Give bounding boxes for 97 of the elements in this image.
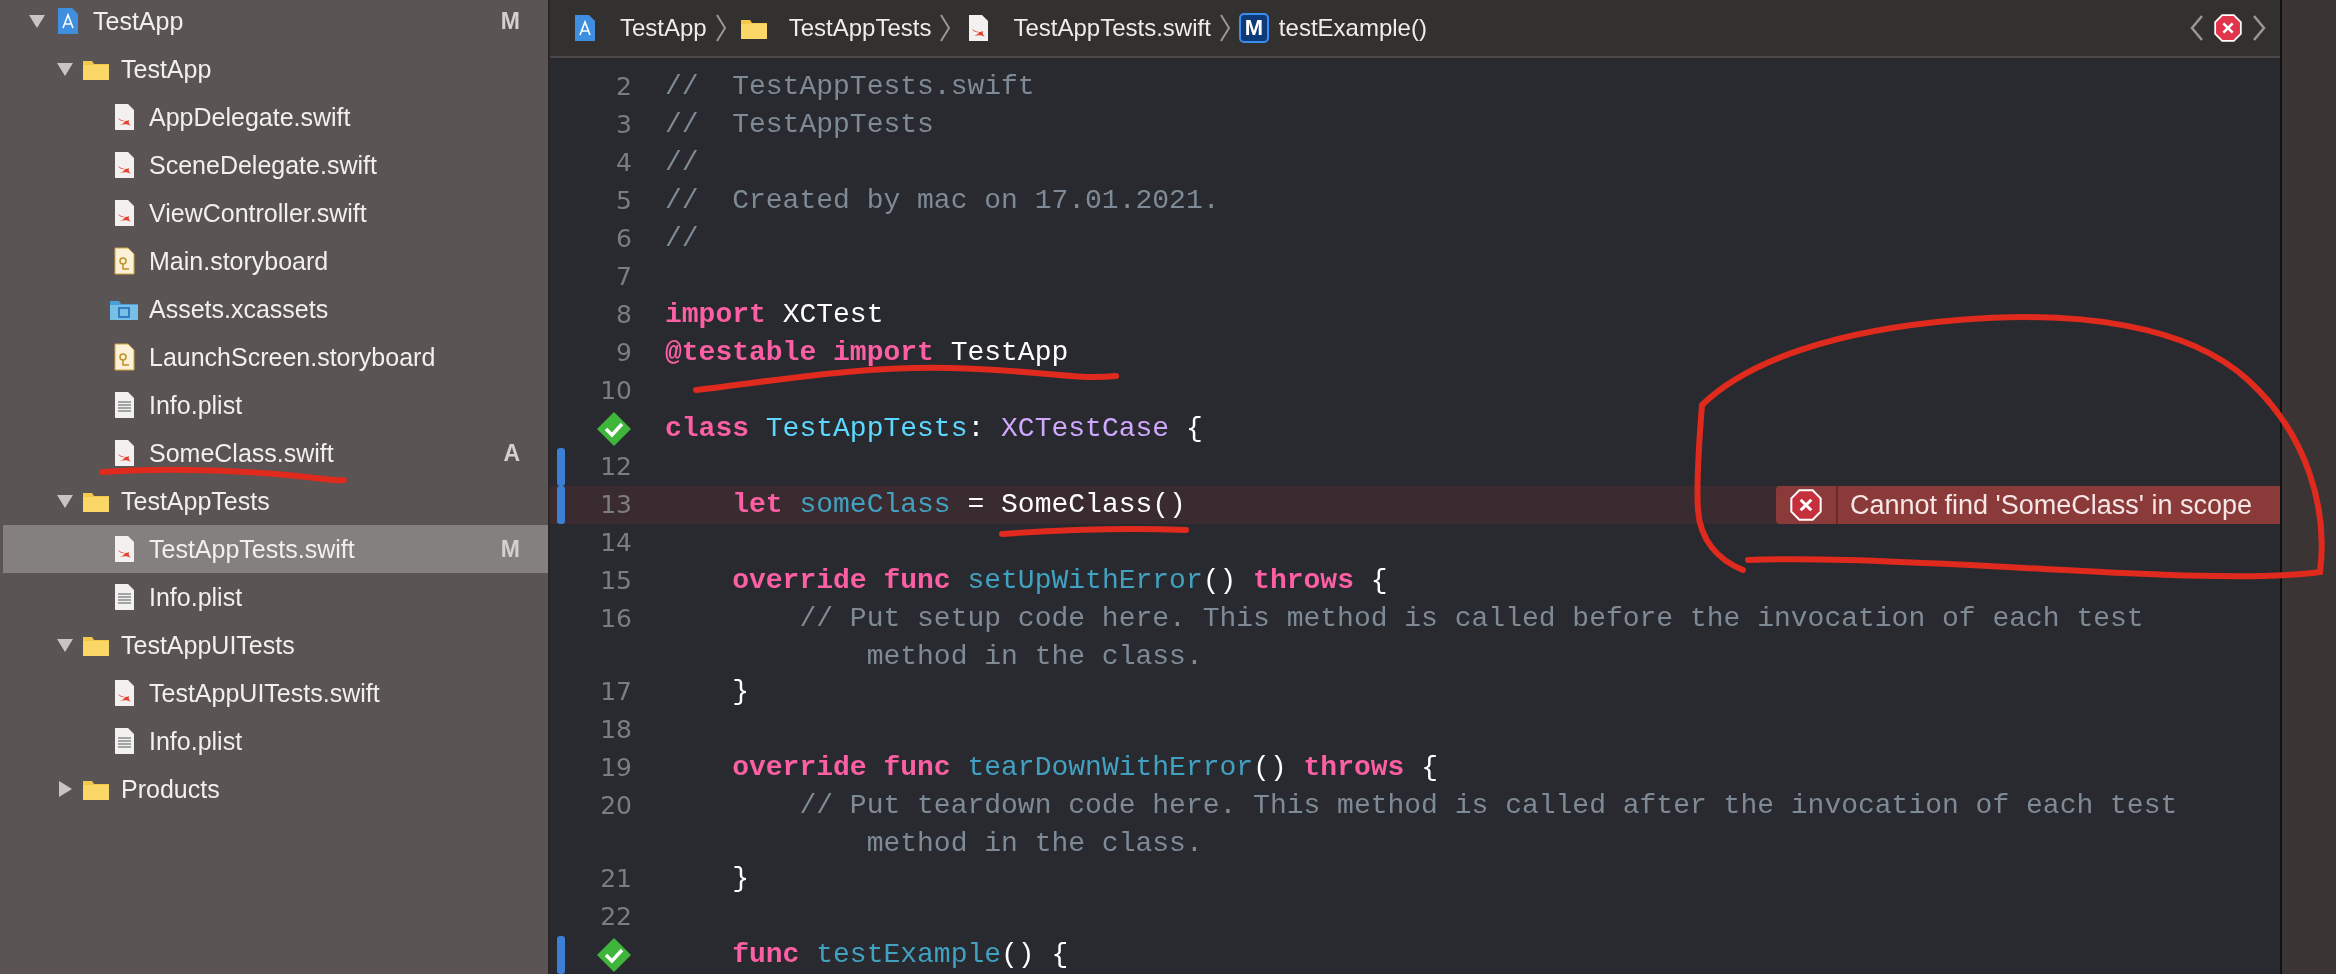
breadcrumb-label: testExample() (1278, 14, 1427, 42)
line-number: 9 (616, 337, 632, 369)
code-line: override func tearDownWithError() throws { (731, 751, 1438, 785)
line-number: 12 (600, 451, 632, 483)
breadcrumb-label: TestAppTests (788, 14, 932, 42)
navigator-row[interactable]: TestAppTests.swift M (3, 525, 548, 573)
file-name: TestApp (93, 6, 185, 36)
line-number: 4 (616, 147, 632, 179)
line-number: 10 (600, 375, 632, 407)
navigator-row[interactable]: SceneDelegate.swift (3, 141, 548, 189)
code-line: } (731, 675, 749, 709)
chevron-right-icon (939, 13, 952, 43)
disclosure-triangle-icon[interactable] (55, 636, 75, 654)
line-number: 5 (616, 185, 632, 217)
method-icon: M (1238, 13, 1269, 43)
chevron-right-icon (1218, 13, 1231, 43)
chevron-left-icon[interactable] (2188, 13, 2206, 43)
file-name: Info.plist (149, 582, 244, 612)
navigator-row[interactable]: TestAppTests (3, 477, 548, 525)
file-name: TestAppUITests (121, 630, 296, 660)
error-message: Cannot find 'SomeClass' in scope (1848, 489, 2253, 522)
error-icon (2214, 14, 2242, 42)
navigator-row[interactable]: Info.plist (3, 381, 548, 429)
line-number: 3 (616, 109, 632, 141)
file-name: ViewController.swift (149, 198, 368, 228)
breadcrumb-item[interactable]: TestAppTests (734, 13, 932, 43)
navigator-row[interactable]: Info.plist (3, 573, 548, 621)
navigator-row[interactable]: Assets.xcassets (3, 285, 548, 333)
code-line: // Put setup code here. This method is called before the invocation of each test method in the class. (798, 602, 2144, 673)
file-name: Main.storyboard (149, 246, 330, 276)
navigator-row[interactable]: Main.storyboard (3, 237, 548, 285)
file-name: SceneDelegate.swift (149, 150, 378, 180)
navigator-row[interactable]: ViewController.swift (3, 189, 548, 237)
code-line: // (664, 222, 699, 256)
test-passed-icon[interactable] (596, 411, 632, 447)
line-number: 15 (600, 565, 632, 597)
test-passed-icon[interactable] (596, 937, 632, 973)
code-line: // TestAppTests.swift (664, 70, 1035, 104)
code-line: // (664, 146, 699, 180)
code-line: // Put teardown code here. This method is called after the invocation of each test method in the class. (798, 789, 2178, 860)
source-control-status: A (503, 439, 520, 467)
navigator-row[interactable]: LaunchScreen.storyboard (3, 333, 548, 381)
file-name: AppDelegate.swift (149, 102, 352, 132)
line-number: 16 (600, 603, 632, 635)
disclosure-triangle-icon[interactable] (55, 60, 75, 78)
code-line: class TestAppTests: XCTestCase { (664, 412, 1203, 446)
breadcrumb-item[interactable]: TestApp (566, 13, 707, 43)
code-line: } (731, 862, 749, 896)
line-number: 6 (616, 223, 632, 255)
navigator-row[interactable]: Info.plist (3, 717, 548, 765)
source-control-status: M (500, 7, 520, 35)
code-line: // Created by mac on 17.01.2021. (664, 184, 1220, 218)
chevron-right-icon (714, 13, 727, 43)
file-name: TestAppTests.swift (149, 534, 356, 564)
line-number: 14 (600, 527, 632, 559)
file-name: Products (121, 774, 221, 804)
file-name: Info.plist (149, 726, 244, 756)
error-icon (1789, 489, 1822, 521)
line-number: 21 (600, 863, 632, 895)
navigator-row[interactable]: AppDelegate.swift (3, 93, 548, 141)
breadcrumb-label: TestApp (620, 14, 707, 42)
file-name: TestApp (121, 54, 213, 84)
code-line: import XCTest (664, 298, 884, 332)
source-control-status: M (500, 535, 520, 563)
chevron-right-icon[interactable] (2250, 13, 2268, 43)
line-number: 20 (600, 790, 632, 822)
navigator-row[interactable]: TestApp M (3, 0, 548, 45)
file-name: TestAppTests (121, 486, 271, 516)
code-line: // TestAppTests (664, 108, 934, 142)
line-number: 19 (600, 752, 632, 784)
navigator-row[interactable]: TestAppUITests.swift (3, 669, 548, 717)
file-name: SomeClass.swift (149, 438, 335, 468)
file-name: LaunchScreen.storyboard (149, 342, 437, 372)
error-banner[interactable]: Cannot find 'SomeClass' in scope (1775, 486, 2280, 524)
navigator-row[interactable]: Products (3, 765, 548, 813)
disclosure-triangle-icon[interactable] (27, 12, 47, 30)
code-line: let someClass = SomeClass() (731, 488, 1186, 522)
navigator-row[interactable]: TestAppUITests (3, 621, 548, 669)
breadcrumb-item[interactable]: M testExample() (1238, 13, 1427, 43)
line-number: 7 (616, 261, 632, 293)
line-number: 18 (600, 714, 632, 746)
breadcrumb-label: TestAppTests.swift (1013, 14, 1211, 42)
file-name: Info.plist (149, 390, 244, 420)
navigator-row[interactable]: SomeClass.swift A (3, 429, 548, 477)
file-name: Assets.xcassets (149, 294, 330, 324)
navigator-row[interactable]: TestApp (3, 45, 548, 93)
line-number: 17 (600, 676, 632, 708)
disclosure-triangle-icon[interactable] (55, 492, 75, 510)
code-line: @testable import TestApp (664, 336, 1069, 370)
line-number: 8 (616, 299, 632, 331)
breadcrumb-item[interactable]: TestAppTests.swift (959, 13, 1211, 43)
file-name: TestAppUITests.swift (149, 678, 381, 708)
line-number: 22 (600, 901, 632, 933)
line-number: 2 (616, 71, 632, 103)
code-line: override func setUpWithError() throws { (731, 564, 1388, 598)
line-number: 13 (600, 489, 632, 521)
code-line: func testExample() { (731, 938, 1069, 972)
